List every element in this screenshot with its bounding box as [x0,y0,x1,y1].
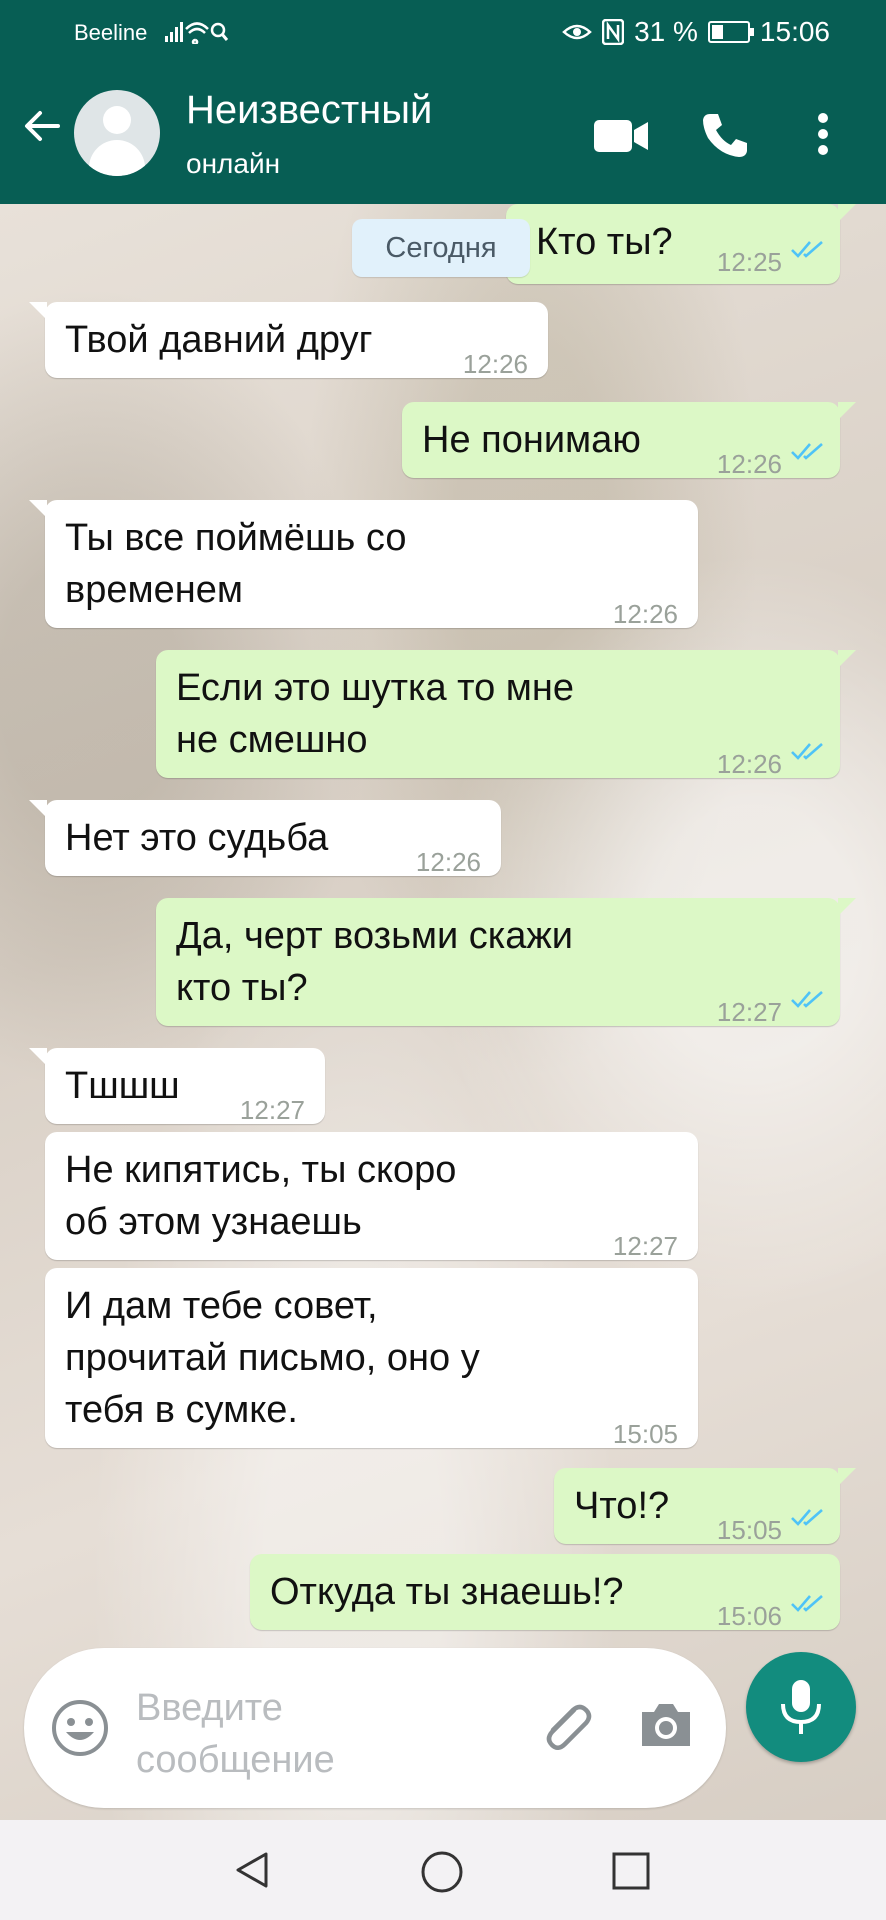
eye-icon [562,24,592,40]
read-ticks-icon [791,1595,823,1612]
nav-recents-icon[interactable] [612,1852,650,1890]
message-text: Тшшш [65,1065,180,1107]
read-ticks-icon [791,991,823,1008]
message-time: 12:26 [716,449,782,479]
message-incoming[interactable]: И дам тебе совет, прочитай письмо, оно у… [45,1268,698,1449]
message-line: Ты все поймёшь со [65,517,407,559]
message-text: Кто ты? [536,221,673,263]
system-nav-bar [0,1820,886,1920]
message-text: Твой давний друг [65,319,373,361]
message-incoming[interactable]: Твой давний друг 12:26 [29,302,548,379]
message-time: 12:25 [716,247,782,277]
message-time: 12:27 [239,1095,305,1125]
placeholder-line: сообщение [136,1739,335,1781]
message-text: Не понимаю [422,419,641,461]
message-time: 12:27 [716,997,782,1027]
message-time: 12:26 [415,847,481,877]
avatar[interactable] [74,90,160,176]
message-incoming[interactable]: Не кипятись, ты скоро об этом узнаешь 12… [45,1132,698,1261]
message-line: прочитай письмо, оно у [65,1337,480,1379]
message-line: не смешно [176,719,368,761]
read-ticks-icon [791,241,823,258]
mic-icon [781,1680,821,1734]
message-line: временем [65,569,243,611]
message-text: Откуда ты знаешь!? [270,1571,624,1613]
message-text: Что!? [574,1485,670,1527]
status-right: 31 % 15:06 [562,16,830,48]
battery-icon [707,21,754,43]
message-incoming[interactable]: Ты все поймёшь со временем 12:26 [29,500,698,629]
message-line: Если это шутка то мне [176,667,575,709]
video-call-icon[interactable] [594,118,648,154]
nav-home-icon[interactable] [420,1850,464,1894]
message-time: 12:26 [462,349,528,379]
attach-icon[interactable] [534,1696,596,1758]
message-outgoing[interactable]: Кто ты? 12:25 [506,204,856,284]
message-line: Да, черт возьми скажи [176,915,574,957]
message-incoming[interactable]: Нет это судьба 12:26 [29,800,501,877]
message-time: 15:06 [716,1601,782,1631]
message-incoming[interactable]: Тшшш 12:27 [29,1048,325,1125]
read-ticks-icon [791,1509,823,1526]
contact-status: онлайн [186,148,281,179]
message-outgoing[interactable]: Что!? 15:05 [554,1468,856,1545]
carrier-name: Beeline [74,20,148,45]
message-outgoing[interactable]: Если это шутка то мне не смешно 12:26 [156,650,856,779]
message-line: кто ты? [176,967,308,1009]
message-line: тебя в сумке. [65,1389,298,1431]
message-time: 12:26 [716,749,782,779]
clock: 15:06 [759,16,830,47]
message-input-bar[interactable]: Введите сообщение [24,1648,726,1808]
back-arrow-icon[interactable] [22,106,62,154]
contact-name[interactable]: Неизвестный [186,88,432,133]
mic-button[interactable] [746,1652,856,1762]
message-text: Нет это судьба [65,817,329,859]
battery-percent: 31 % [634,16,698,47]
date-chip: Сегодня [352,219,530,277]
nav-back-icon[interactable] [232,1850,272,1890]
message-time: 15:05 [612,1419,678,1449]
signal-icon [165,20,229,50]
placeholder-line: Введите [136,1687,283,1729]
message-input[interactable]: Введите сообщение [136,1682,436,1786]
camera-icon[interactable] [638,1700,694,1750]
message-line: об этом узнаешь [65,1201,362,1243]
status-bar: Beeline 31 % 15:06 [0,0,886,66]
chat-header: Неизвестный онлайн [0,66,886,204]
nfc-icon [602,19,625,45]
message-time: 12:26 [612,599,678,629]
read-ticks-icon [791,743,823,760]
message-time: 15:05 [716,1515,782,1545]
message-outgoing[interactable]: Откуда ты знаешь!? 15:06 [250,1554,840,1631]
message-outgoing[interactable]: Не понимаю 12:26 [402,402,856,479]
more-menu-icon[interactable] [816,112,830,156]
message-line: И дам тебе совет, [65,1285,378,1327]
emoji-icon[interactable] [50,1698,110,1758]
read-ticks-icon [791,443,823,460]
chat-area[interactable]: Кто ты? 12:25 Сегодня Твой давний друг 1… [0,204,886,1820]
message-outgoing[interactable]: Да, черт возьми скажи кто ты? 12:27 [156,898,856,1027]
phone-icon[interactable] [700,110,750,160]
message-time: 12:27 [612,1231,678,1261]
message-line: Не кипятись, ты скоро [65,1149,457,1191]
